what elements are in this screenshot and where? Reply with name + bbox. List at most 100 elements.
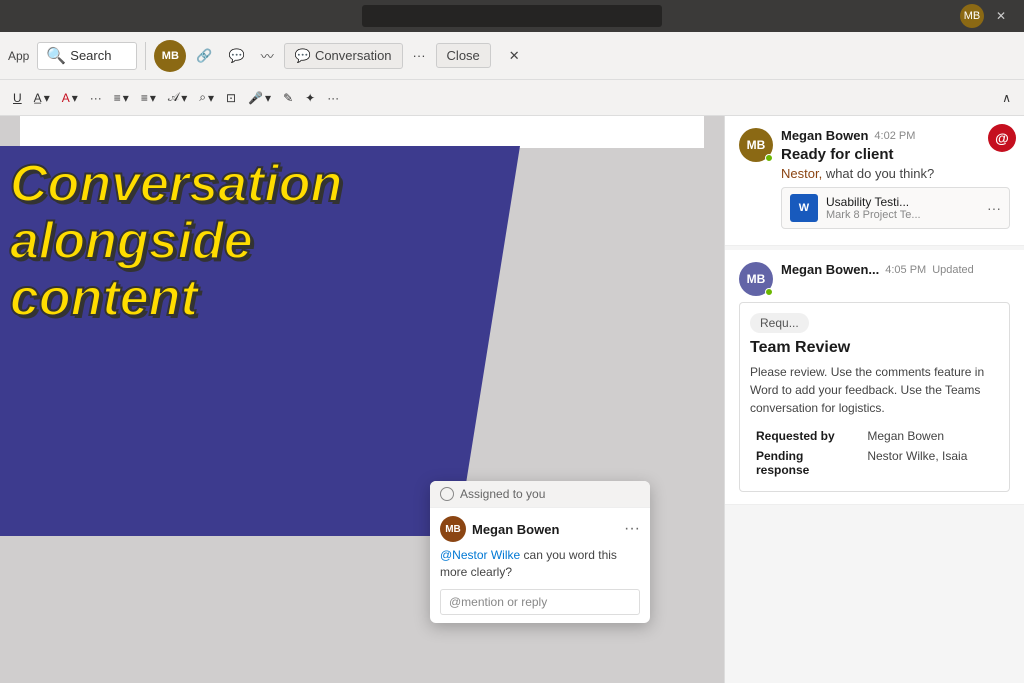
- collapse-toolbar-button[interactable]: ∧: [997, 85, 1016, 111]
- requested-by-label: Requested by: [752, 427, 861, 445]
- chat-popup-header: Assigned to you: [430, 481, 650, 508]
- font-button[interactable]: 𝒜 ▾: [163, 85, 192, 111]
- message-2-updated: Updated: [932, 264, 974, 276]
- message-1: MB Megan Bowen 4:02 PM Ready for client …: [725, 116, 1024, 246]
- sparkle-icon: ✦: [305, 91, 315, 105]
- message-2-meta: Megan Bowen... 4:05 PM Updated: [781, 262, 1010, 277]
- document-area: Conversation alongside content udy? vent…: [0, 116, 724, 683]
- message-2: MB Megan Bowen... 4:05 PM Updated Requ..…: [725, 250, 1024, 505]
- message-1-name-row: Megan Bowen 4:02 PM: [781, 128, 1010, 143]
- hero-line-1: Conversation: [10, 156, 342, 213]
- analytics-button[interactable]: 〰: [255, 41, 280, 71]
- message-1-meta: Megan Bowen 4:02 PM Ready for client Nes…: [781, 128, 1010, 229]
- mic-icon: 🎤: [248, 91, 263, 105]
- font-icon: 𝒜: [168, 90, 179, 105]
- format-toolbar: U A̲ ▾ A ▾ ··· ≡ ▾ ≡ ▾ 𝒜 ▾ ⌕ ▾ ⊡ 🎤 ▾ ✎ ✦…: [0, 80, 1024, 116]
- message-1-status: Ready for client: [781, 146, 1010, 163]
- window-close-button[interactable]: ✕: [978, 0, 1024, 32]
- main-content-area: Conversation alongside content udy? vent…: [0, 116, 1024, 683]
- attachment-more-button[interactable]: ···: [987, 200, 1001, 216]
- message-1-rest: what do you think?: [826, 166, 934, 181]
- online-status-dot: [765, 154, 773, 162]
- message-1-avatar: MB: [739, 128, 773, 162]
- image-icon: ⊡: [226, 91, 236, 105]
- chat-more-button[interactable]: ···: [624, 520, 640, 538]
- message-2-name: Megan Bowen...: [781, 262, 879, 277]
- highlight-button[interactable]: A̲ ▾: [29, 85, 55, 111]
- more-options-button[interactable]: ···: [407, 41, 432, 71]
- image-button[interactable]: ⊡: [221, 85, 241, 111]
- search-box[interactable]: 🔍 Search: [37, 42, 137, 70]
- chat-avatar: MB: [440, 516, 466, 542]
- review-card-table: Requested by Megan Bowen Pending respons…: [750, 425, 999, 481]
- bullets-icon: ≡: [114, 91, 121, 105]
- font-color-icon: A: [62, 91, 70, 105]
- search-icon: 🔍: [46, 46, 66, 66]
- message-1-header: MB Megan Bowen 4:02 PM Ready for client …: [739, 128, 1010, 229]
- highlight-chevron: ▾: [44, 91, 50, 105]
- search-text: Search: [70, 48, 111, 63]
- font-color-button[interactable]: A ▾: [57, 85, 83, 111]
- window-x-button[interactable]: ✕: [503, 41, 526, 71]
- mic-button[interactable]: 🎤 ▾: [243, 85, 276, 111]
- message-1-name: Megan Bowen: [781, 128, 868, 143]
- message-2-avatar: MB: [739, 262, 773, 296]
- right-conversation-panel: MB Megan Bowen 4:02 PM Ready for client …: [724, 116, 1024, 683]
- at-mention-icon: @: [988, 124, 1016, 152]
- review-card-description: Please review. Use the comments feature …: [750, 363, 999, 417]
- chat-username: Megan Bowen: [472, 522, 618, 537]
- avatar-toolbar-btn[interactable]: MB: [154, 40, 186, 72]
- message-1-subtext: Nestor, what do you think?: [781, 166, 1010, 181]
- attachment-card[interactable]: W Usability Testi... Mark 8 Project Te..…: [781, 187, 1010, 229]
- find-icon: ⌕: [199, 90, 206, 105]
- chat-user-row: MB Megan Bowen ···: [440, 516, 640, 542]
- sparkle-button[interactable]: ✦: [300, 85, 320, 111]
- document-page-header: [20, 116, 704, 148]
- app-label: App: [8, 49, 29, 63]
- assigned-label: Assigned to you: [460, 487, 545, 501]
- message-2-time: 4:05 PM: [885, 264, 926, 276]
- format-more-2-button[interactable]: ···: [322, 85, 344, 111]
- review-card-title: Team Review: [750, 339, 999, 357]
- assigned-circle-icon: [440, 487, 454, 501]
- close-panel-button[interactable]: Close: [436, 43, 491, 68]
- find-button[interactable]: ⌕ ▾: [194, 85, 219, 111]
- chat-reply-input[interactable]: @mention or reply: [440, 589, 640, 615]
- bullets-button[interactable]: ≡ ▾: [109, 85, 134, 111]
- hero-line-2: alongside: [10, 213, 342, 270]
- pending-response-value: Nestor Wilke, Isaia: [863, 447, 997, 479]
- conversation-button[interactable]: 💬 Conversation: [284, 43, 403, 69]
- message-1-time: 4:02 PM: [874, 130, 915, 142]
- pending-response-row: Pending response Nestor Wilke, Isaia: [752, 447, 997, 479]
- chat-mention: @Nestor Wilke: [440, 548, 520, 562]
- hero-text-overlay: Conversation alongside content: [10, 156, 342, 328]
- underline-button[interactable]: U: [8, 85, 27, 111]
- highlight-icon: A̲: [34, 91, 42, 105]
- chat-icon: 💬: [295, 48, 311, 64]
- align-icon: ≡: [141, 91, 148, 105]
- pending-response-label: Pending response: [752, 447, 861, 479]
- message-1-wrapper: MB Megan Bowen 4:02 PM Ready for client …: [725, 116, 1024, 250]
- word-doc-icon: W: [790, 194, 818, 222]
- comment-button[interactable]: 💬: [223, 41, 251, 71]
- attachment-filename: Usability Testi...: [826, 195, 979, 209]
- message-2-header: MB Megan Bowen... 4:05 PM Updated: [739, 262, 1010, 296]
- team-review-card: Requ... Team Review Please review. Use t…: [739, 302, 1010, 492]
- main-toolbar: App 🔍 Search MB 🔗 💬 〰 💬 Conversation ···…: [0, 32, 1024, 80]
- title-bar: MB ✕: [0, 0, 1024, 32]
- pen-icon: ✎: [283, 91, 293, 105]
- message-2-name-row: Megan Bowen... 4:05 PM Updated: [781, 262, 1010, 277]
- hero-line-3: content: [10, 270, 342, 327]
- chat-popup: Assigned to you MB Megan Bowen ··· @Nest…: [430, 481, 650, 623]
- pen-button[interactable]: ✎: [278, 85, 298, 111]
- format-more-1-button[interactable]: ···: [85, 85, 107, 111]
- attachment-info: Usability Testi... Mark 8 Project Te...: [826, 195, 979, 221]
- attachment-project: Mark 8 Project Te...: [826, 209, 979, 221]
- requested-by-row: Requested by Megan Bowen: [752, 427, 997, 445]
- toolbar-divider-1: [145, 42, 146, 70]
- conversation-label: Conversation: [315, 48, 392, 63]
- title-search-bar: [362, 5, 662, 27]
- align-button[interactable]: ≡ ▾: [136, 85, 161, 111]
- chat-popup-body: MB Megan Bowen ··· @Nestor Wilke can you…: [430, 508, 650, 623]
- link-button[interactable]: 🔗: [190, 41, 218, 71]
